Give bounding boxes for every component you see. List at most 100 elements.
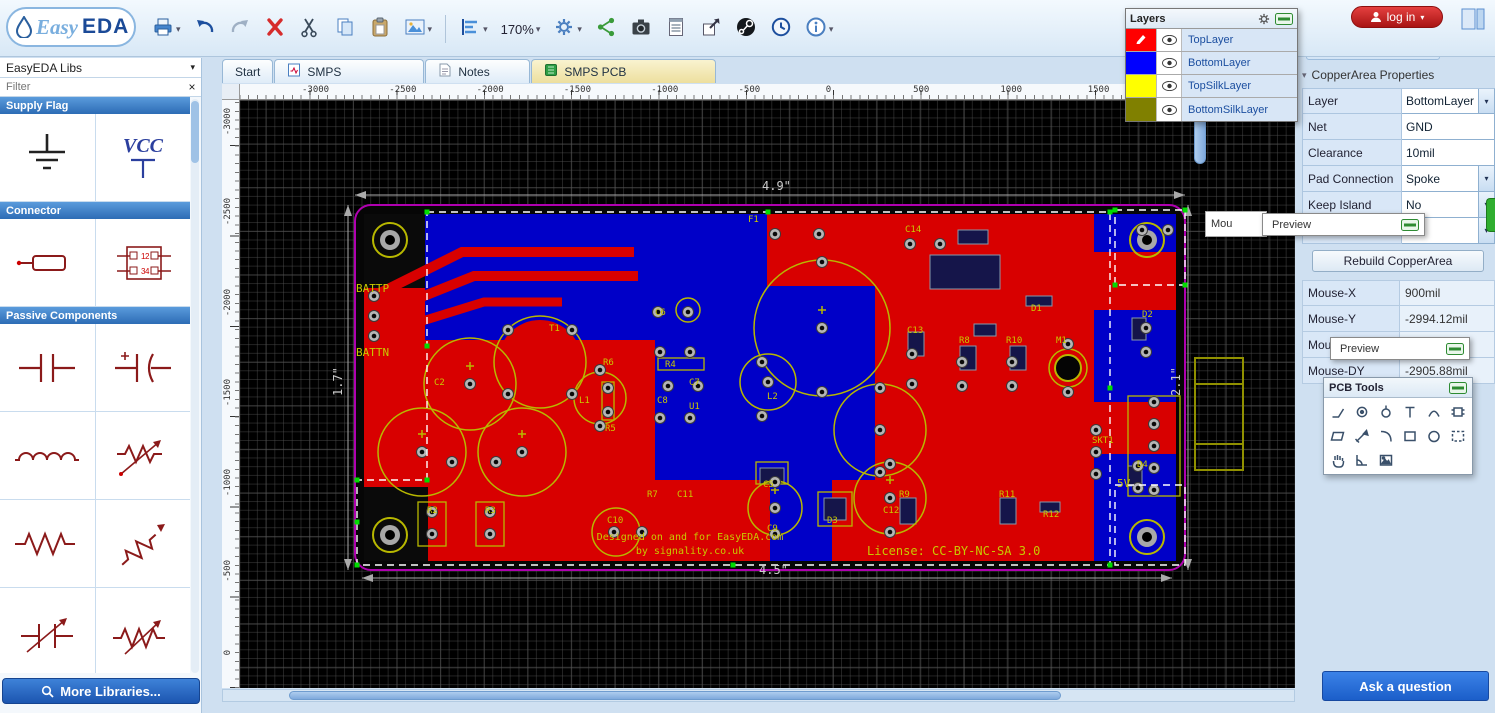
clear-filter-icon[interactable]: ×: [183, 80, 201, 94]
pcb-tools-header[interactable]: PCB Tools: [1324, 378, 1472, 398]
layer-visibility-eye-icon[interactable]: [1156, 75, 1182, 97]
layer-row-bottomlayer[interactable]: BottomLayer: [1126, 52, 1297, 75]
canvas-hscrollbar[interactable]: [222, 689, 1295, 702]
layer-color-swatch[interactable]: [1126, 29, 1156, 51]
dropdown-caret-icon[interactable]: ▾: [577, 24, 582, 35]
align-button[interactable]: ▾: [459, 16, 488, 43]
layer-name-label[interactable]: TopLayer: [1182, 29, 1297, 51]
share-button[interactable]: [595, 16, 617, 43]
zoom-level-control[interactable]: 170%▾: [501, 22, 541, 37]
undo-button[interactable]: [194, 16, 216, 43]
more-libraries-button[interactable]: More Libraries...: [2, 678, 200, 704]
pcb-tools-collapse-icon[interactable]: [1449, 382, 1467, 394]
dimension-tool[interactable]: [1351, 425, 1373, 447]
via-tool[interactable]: [1375, 401, 1397, 423]
layer-row-toplayer[interactable]: TopLayer: [1126, 29, 1297, 52]
redo-button[interactable]: [229, 16, 251, 43]
help-button[interactable]: ▾: [805, 16, 834, 43]
copper-area-properties-header[interactable]: ▾ CopperArea Properties: [1302, 64, 1494, 86]
layer-color-swatch[interactable]: [1126, 98, 1156, 121]
steam-button[interactable]: [735, 16, 757, 43]
layer-visibility-eye-icon[interactable]: [1156, 52, 1182, 74]
library-section-header[interactable]: Connector: [0, 202, 190, 219]
layer-name-label[interactable]: TopSilkLayer: [1182, 75, 1297, 97]
canvas-hscrollbar-thumb[interactable]: [289, 691, 1061, 700]
image-tool[interactable]: [1375, 449, 1397, 471]
layers-collapse-icon[interactable]: [1275, 13, 1293, 25]
export-image-button[interactable]: ▾: [404, 16, 433, 43]
sidebar-scrollbar[interactable]: [191, 99, 199, 673]
library-item-capacitor[interactable]: [0, 324, 95, 411]
library-item-inductor[interactable]: [0, 412, 95, 499]
login-button[interactable]: log in ▾: [1351, 6, 1443, 28]
arc-tool[interactable]: [1423, 401, 1445, 423]
property-input[interactable]: 10mil: [1402, 140, 1495, 166]
history-button[interactable]: [770, 16, 792, 43]
tab-start[interactable]: Start: [222, 59, 273, 83]
tab-notes[interactable]: Notes: [425, 59, 530, 83]
library-item-ground-flag[interactable]: [0, 114, 95, 201]
footprint-tool[interactable]: [1447, 401, 1469, 423]
library-item-connector-2pin[interactable]: [0, 219, 95, 306]
preview-toggle-icon[interactable]: [1401, 219, 1419, 231]
library-section-header[interactable]: Passive Components: [0, 307, 190, 324]
layer-visibility-eye-icon[interactable]: [1156, 98, 1182, 121]
settings-button[interactable]: ▾: [553, 16, 582, 43]
snapshot-button[interactable]: [630, 16, 652, 43]
property-select[interactable]: Spoke▾: [1402, 166, 1495, 192]
paste-button[interactable]: [369, 16, 391, 43]
pcb-canvas[interactable]: 4.9"4.5"1.7"2.1"BATTPBATTNT1C2C6R6R4C7C8…: [222, 100, 1295, 688]
library-item-varistor[interactable]: [96, 412, 191, 499]
filter-input[interactable]: [0, 81, 183, 93]
edge-green-strip[interactable]: [1486, 198, 1495, 232]
library-item-potentiometer[interactable]: [96, 588, 191, 673]
library-item-capacitor-polarized[interactable]: [96, 324, 191, 411]
layer-color-swatch[interactable]: [1126, 52, 1156, 74]
ask-question-button[interactable]: Ask a question: [1322, 671, 1489, 701]
dropdown-caret-icon[interactable]: ▾: [829, 24, 834, 35]
circle-tool[interactable]: [1423, 425, 1445, 447]
dropdown-caret-icon[interactable]: ▾: [536, 24, 541, 35]
layer-row-topsilklayer[interactable]: TopSilkLayer: [1126, 75, 1297, 98]
copper-area-tool[interactable]: [1447, 425, 1469, 447]
library-item-photoresistor[interactable]: [96, 500, 191, 587]
tab-smps-pcb[interactable]: SMPS PCB: [531, 59, 716, 83]
rect-tool[interactable]: [1399, 425, 1421, 447]
layer-name-label[interactable]: BottomSilkLayer: [1182, 98, 1297, 121]
library-item-vcc-flag[interactable]: VCC: [96, 114, 191, 201]
property-select[interactable]: BottomLayer▾: [1402, 88, 1495, 114]
track-tool[interactable]: [1327, 401, 1349, 423]
layers-settings-gear-icon[interactable]: [1257, 12, 1271, 26]
rebuild-copper-area-button[interactable]: Rebuild CopperArea: [1312, 250, 1484, 272]
solid-region-tool[interactable]: [1327, 425, 1349, 447]
easyeda-logo[interactable]: Easy EDA: [6, 7, 136, 47]
layer-name-label[interactable]: BottomLayer: [1182, 52, 1297, 74]
open-button[interactable]: ▾: [152, 16, 181, 43]
dropdown-caret-icon[interactable]: ▾: [483, 24, 488, 35]
dropdown-caret-icon[interactable]: ▾: [176, 24, 181, 35]
library-item-pin-header-2x2[interactable]: 1234: [96, 219, 191, 306]
cut-button[interactable]: [299, 16, 321, 43]
dropdown-arrow-button[interactable]: ▾: [1478, 89, 1494, 113]
text-tool[interactable]: [1399, 401, 1421, 423]
pad-tool[interactable]: [1351, 401, 1373, 423]
curve-tool[interactable]: [1375, 425, 1397, 447]
tab-smps[interactable]: SMPS: [274, 59, 424, 83]
dropdown-caret-icon[interactable]: ▾: [428, 24, 433, 35]
export-button[interactable]: [700, 16, 722, 43]
measure-tool[interactable]: [1351, 449, 1373, 471]
bom-button[interactable]: [665, 16, 687, 43]
library-section-header[interactable]: Supply Flag: [0, 97, 190, 114]
copy-button[interactable]: [334, 16, 356, 43]
panel-layout-icon[interactable]: [1461, 8, 1485, 30]
sidebar-scrollbar-thumb[interactable]: [191, 101, 199, 163]
dropdown-arrow-button[interactable]: ▾: [1478, 166, 1494, 191]
libs-dropdown[interactable]: EasyEDA Libs ▾: [0, 58, 201, 78]
property-input[interactable]: GND: [1402, 114, 1495, 140]
drag-tool[interactable]: [1327, 449, 1349, 471]
library-item-trimmer-capacitor[interactable]: [0, 588, 95, 673]
layer-visibility-eye-icon[interactable]: [1156, 29, 1182, 51]
layer-row-bottomsilklayer[interactable]: BottomSilkLayer: [1126, 98, 1297, 121]
library-item-resistor[interactable]: [0, 500, 95, 587]
preview-toggle-icon[interactable]: [1446, 343, 1464, 355]
